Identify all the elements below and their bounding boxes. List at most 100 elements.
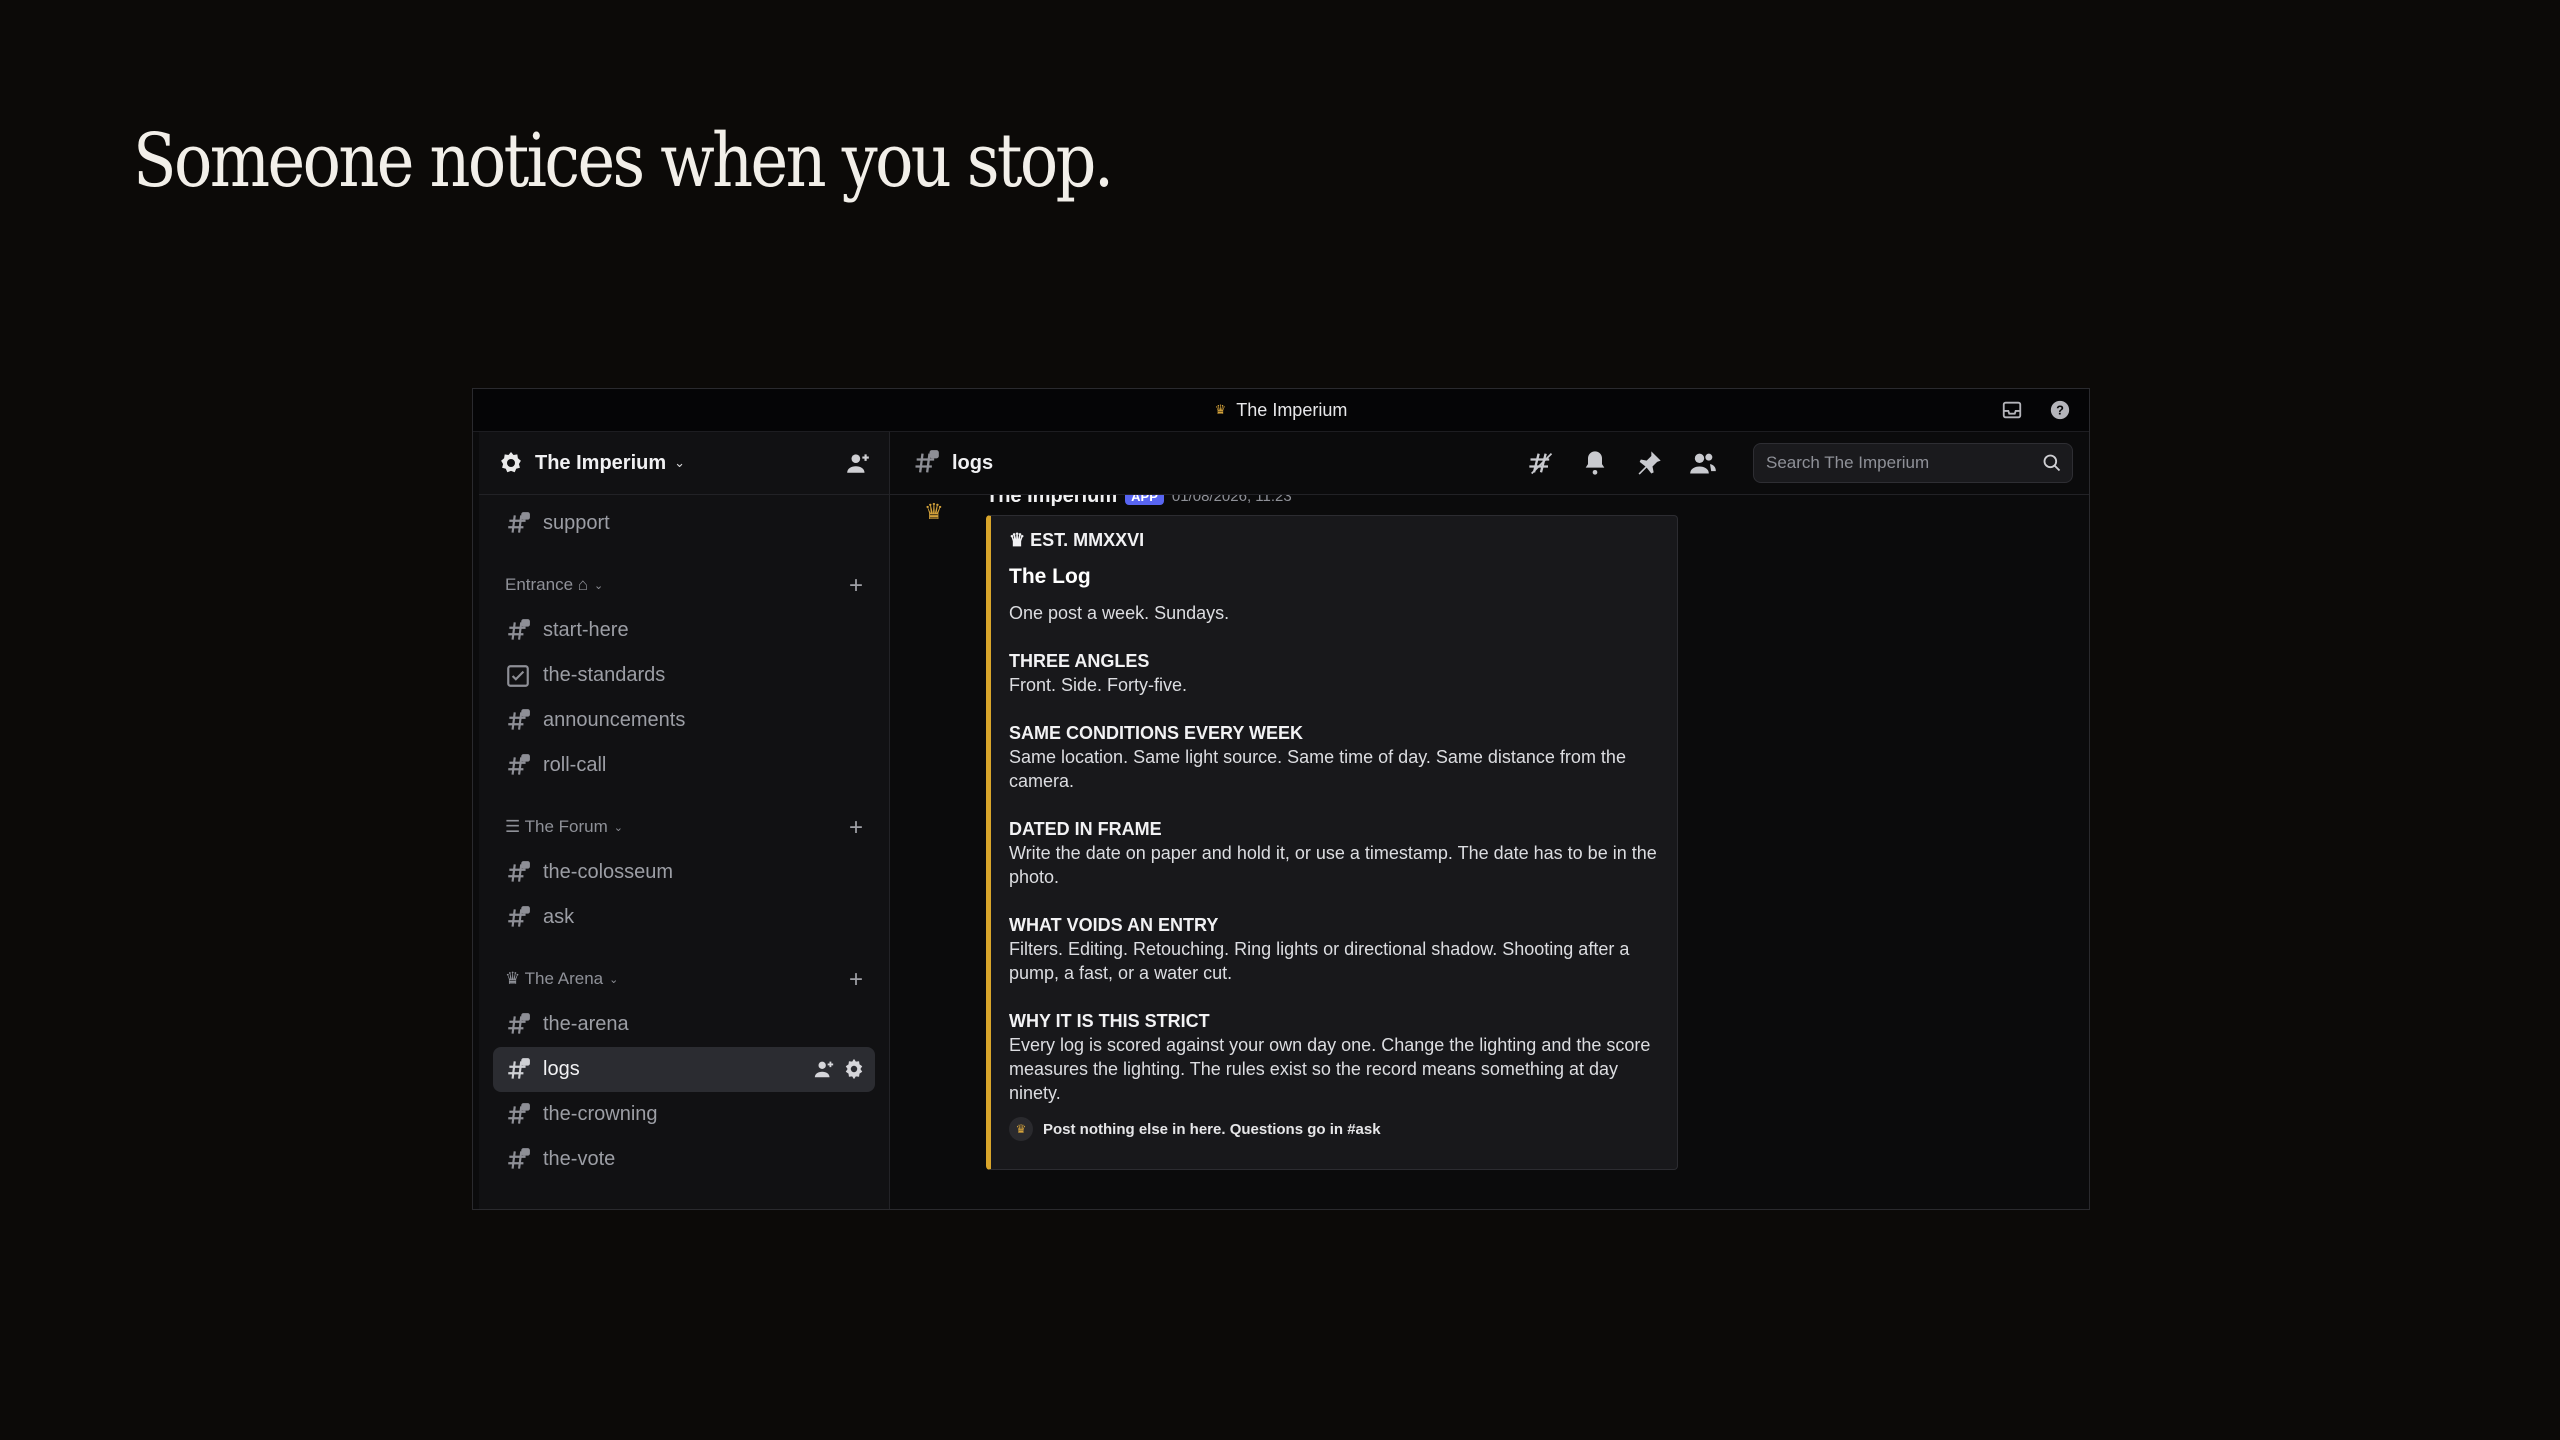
titlebar: ♛ The Imperium ? — [473, 389, 2089, 432]
hash-lock-icon — [505, 511, 531, 537]
hash-lock-icon — [505, 860, 531, 886]
headline: Someone notices when you stop. — [133, 118, 1114, 204]
embed-section-heading: SAME CONDITIONS EVERY WEEK — [1009, 723, 1304, 743]
sidebar-channel-ask[interactable]: ask — [493, 895, 875, 940]
embed-section-body: Every log is scored against your own day… — [1009, 1035, 1651, 1103]
embed-section-heading: DATED IN FRAME — [1009, 819, 1162, 839]
channel-label: the-arena — [543, 1013, 629, 1035]
invite-people-icon[interactable] — [813, 1058, 835, 1080]
hash-lock-icon — [505, 708, 531, 734]
message-list: ♛ The Imperium APP 01/08/2026, 11:23 ♛ E… — [890, 495, 2089, 1209]
embed-section-body: Write the date on paper and hold it, or … — [1009, 843, 1657, 887]
channel-sidebar: The Imperium ⌄ support Entrance ⌂ ⌄ + start-… — [479, 432, 890, 1209]
channel-label: the-colosseum — [543, 861, 674, 883]
hash-lock-icon — [505, 1102, 531, 1128]
sidebar-channel-announcements[interactable]: announcements — [493, 698, 875, 743]
invite-people-icon[interactable] — [845, 450, 871, 476]
sidebar-category[interactable]: ♛ The Arena ⌄ + — [493, 964, 875, 994]
app-badge: APP — [1125, 495, 1164, 505]
embed-footer-text: Post nothing else in here. Questions go … — [1043, 1120, 1381, 1138]
channel-list: support Entrance ⌂ ⌄ + start-here the-standar… — [479, 495, 889, 1209]
sidebar-category[interactable]: Entrance ⌂ ⌄ + — [493, 570, 875, 600]
channel-name: logs — [952, 451, 994, 474]
embed-section-body: Front. Side. Forty-five. — [1009, 675, 1188, 695]
channel-header: logs — [890, 432, 2089, 495]
server-name: The Imperium — [535, 451, 667, 474]
sidebar-channel-the-colosseum[interactable]: the-colosseum — [493, 850, 875, 895]
embed-intro: One post a week. Sundays. — [1009, 603, 1230, 623]
hash-lock-icon — [505, 1012, 531, 1038]
embed-section-heading: THREE ANGLES — [1009, 651, 1150, 671]
inbox-icon[interactable] — [1999, 397, 2025, 423]
channel-label: roll-call — [543, 754, 607, 776]
sidebar-channel-the-vote[interactable]: the-vote — [493, 1137, 875, 1182]
search-input[interactable] — [1764, 452, 2042, 474]
category-label: Entrance ⌂ — [505, 575, 589, 594]
gear-icon[interactable] — [843, 1058, 865, 1080]
sidebar-channel-start-here[interactable]: start-here — [493, 608, 875, 653]
hash-lock-icon — [505, 753, 531, 779]
category-label: ☰ The Forum — [505, 817, 608, 836]
crown-icon: ♛ — [1009, 1117, 1033, 1141]
search-icon — [2043, 454, 2061, 472]
channel-label: the-crowning — [543, 1103, 658, 1125]
sidebar-channel-the-crowning[interactable]: the-crowning — [493, 1092, 875, 1137]
embed-section-heading: WHY IT IS THIS STRICT — [1009, 1011, 1210, 1031]
hash-lock-icon — [505, 1057, 531, 1083]
embed-section-body: Same location. Same light source. Same t… — [1009, 747, 1626, 791]
channel-label: ask — [543, 906, 575, 928]
chevron-down-icon: ⌄ — [613, 821, 624, 834]
embed-section-body: Filters. Editing. Retouching. Ring light… — [1009, 939, 1630, 983]
add-channel-icon[interactable]: + — [849, 814, 863, 842]
chat-area: logs ♛ The Imperium APP 01/08/2026, 11:2… — [890, 432, 2089, 1209]
svg-text:?: ? — [2056, 403, 2064, 418]
message-timestamp: 01/08/2026, 11:23 — [1171, 495, 1292, 505]
server-badge-icon — [501, 452, 521, 473]
hash-lock-icon — [505, 1147, 531, 1173]
threads-icon[interactable] — [1527, 449, 1555, 477]
channel-label: the-standards — [543, 664, 666, 686]
message-author[interactable]: The Imperium — [986, 495, 1117, 508]
hash-lock-icon — [915, 450, 939, 473]
crown-avatar-icon[interactable]: ♛ — [924, 499, 958, 529]
hash-lock-icon — [505, 905, 531, 931]
help-icon[interactable]: ? — [2047, 397, 2073, 423]
chevron-down-icon: ⌄ — [594, 579, 604, 592]
embed-section-heading: WHAT VOIDS AN ENTRY — [1009, 915, 1219, 935]
sidebar-channel-the-standards[interactable]: the-standards — [493, 653, 875, 698]
sidebar-channel-logs[interactable]: logs — [493, 1047, 875, 1092]
category-label: ♛ The Arena — [505, 969, 604, 988]
bell-icon[interactable] — [1581, 449, 1609, 477]
sidebar-channel-the-arena[interactable]: the-arena — [493, 1002, 875, 1047]
window-title-text: The Imperium — [1236, 399, 1348, 420]
window-title: ♛ The Imperium — [473, 389, 2089, 431]
message-embed: ♛ EST. MMXXVI The Log One post a week. S… — [986, 515, 1678, 1170]
channel-label: announcements — [543, 709, 686, 731]
message-header: The Imperium APP 01/08/2026, 11:23 — [986, 495, 1292, 508]
pin-icon[interactable] — [1635, 449, 1663, 477]
sidebar-category[interactable]: ☰ The Forum ⌄ + — [493, 812, 875, 842]
rules-icon — [505, 663, 531, 689]
channel-label: logs — [543, 1058, 580, 1080]
server-header[interactable]: The Imperium ⌄ — [479, 432, 889, 495]
hash-lock-icon — [505, 618, 531, 644]
embed-footer: ♛ Post nothing else in here. Questions g… — [1009, 1117, 1659, 1141]
sidebar-channel-support[interactable]: support — [493, 501, 875, 546]
add-channel-icon[interactable]: + — [849, 966, 863, 994]
sidebar-category[interactable]: ☰ The Protocol⌄+ — [493, 1206, 875, 1209]
app-window: ♛ The Imperium ? The Imperium ⌄ support E… — [472, 388, 2090, 1210]
crown-icon: ♛ — [1214, 402, 1227, 417]
channel-label: support — [543, 512, 610, 534]
embed-author: ♛ EST. MMXXVI — [1009, 530, 1145, 550]
channel-label: the-vote — [543, 1148, 616, 1170]
embed-sections: THREE ANGLES Front. Side. Forty-five. SAME… — [1009, 649, 1659, 1105]
chevron-down-icon: ⌄ — [674, 455, 686, 470]
channel-label: start-here — [543, 619, 629, 641]
sidebar-channel-roll-call[interactable]: roll-call — [493, 743, 875, 788]
add-channel-icon[interactable]: + — [849, 1208, 863, 1209]
search-box[interactable] — [1753, 443, 2073, 483]
members-icon[interactable] — [1689, 449, 1717, 477]
embed-title: The Log — [1009, 565, 1091, 588]
chevron-down-icon: ⌄ — [609, 973, 619, 986]
add-channel-icon[interactable]: + — [849, 572, 863, 600]
